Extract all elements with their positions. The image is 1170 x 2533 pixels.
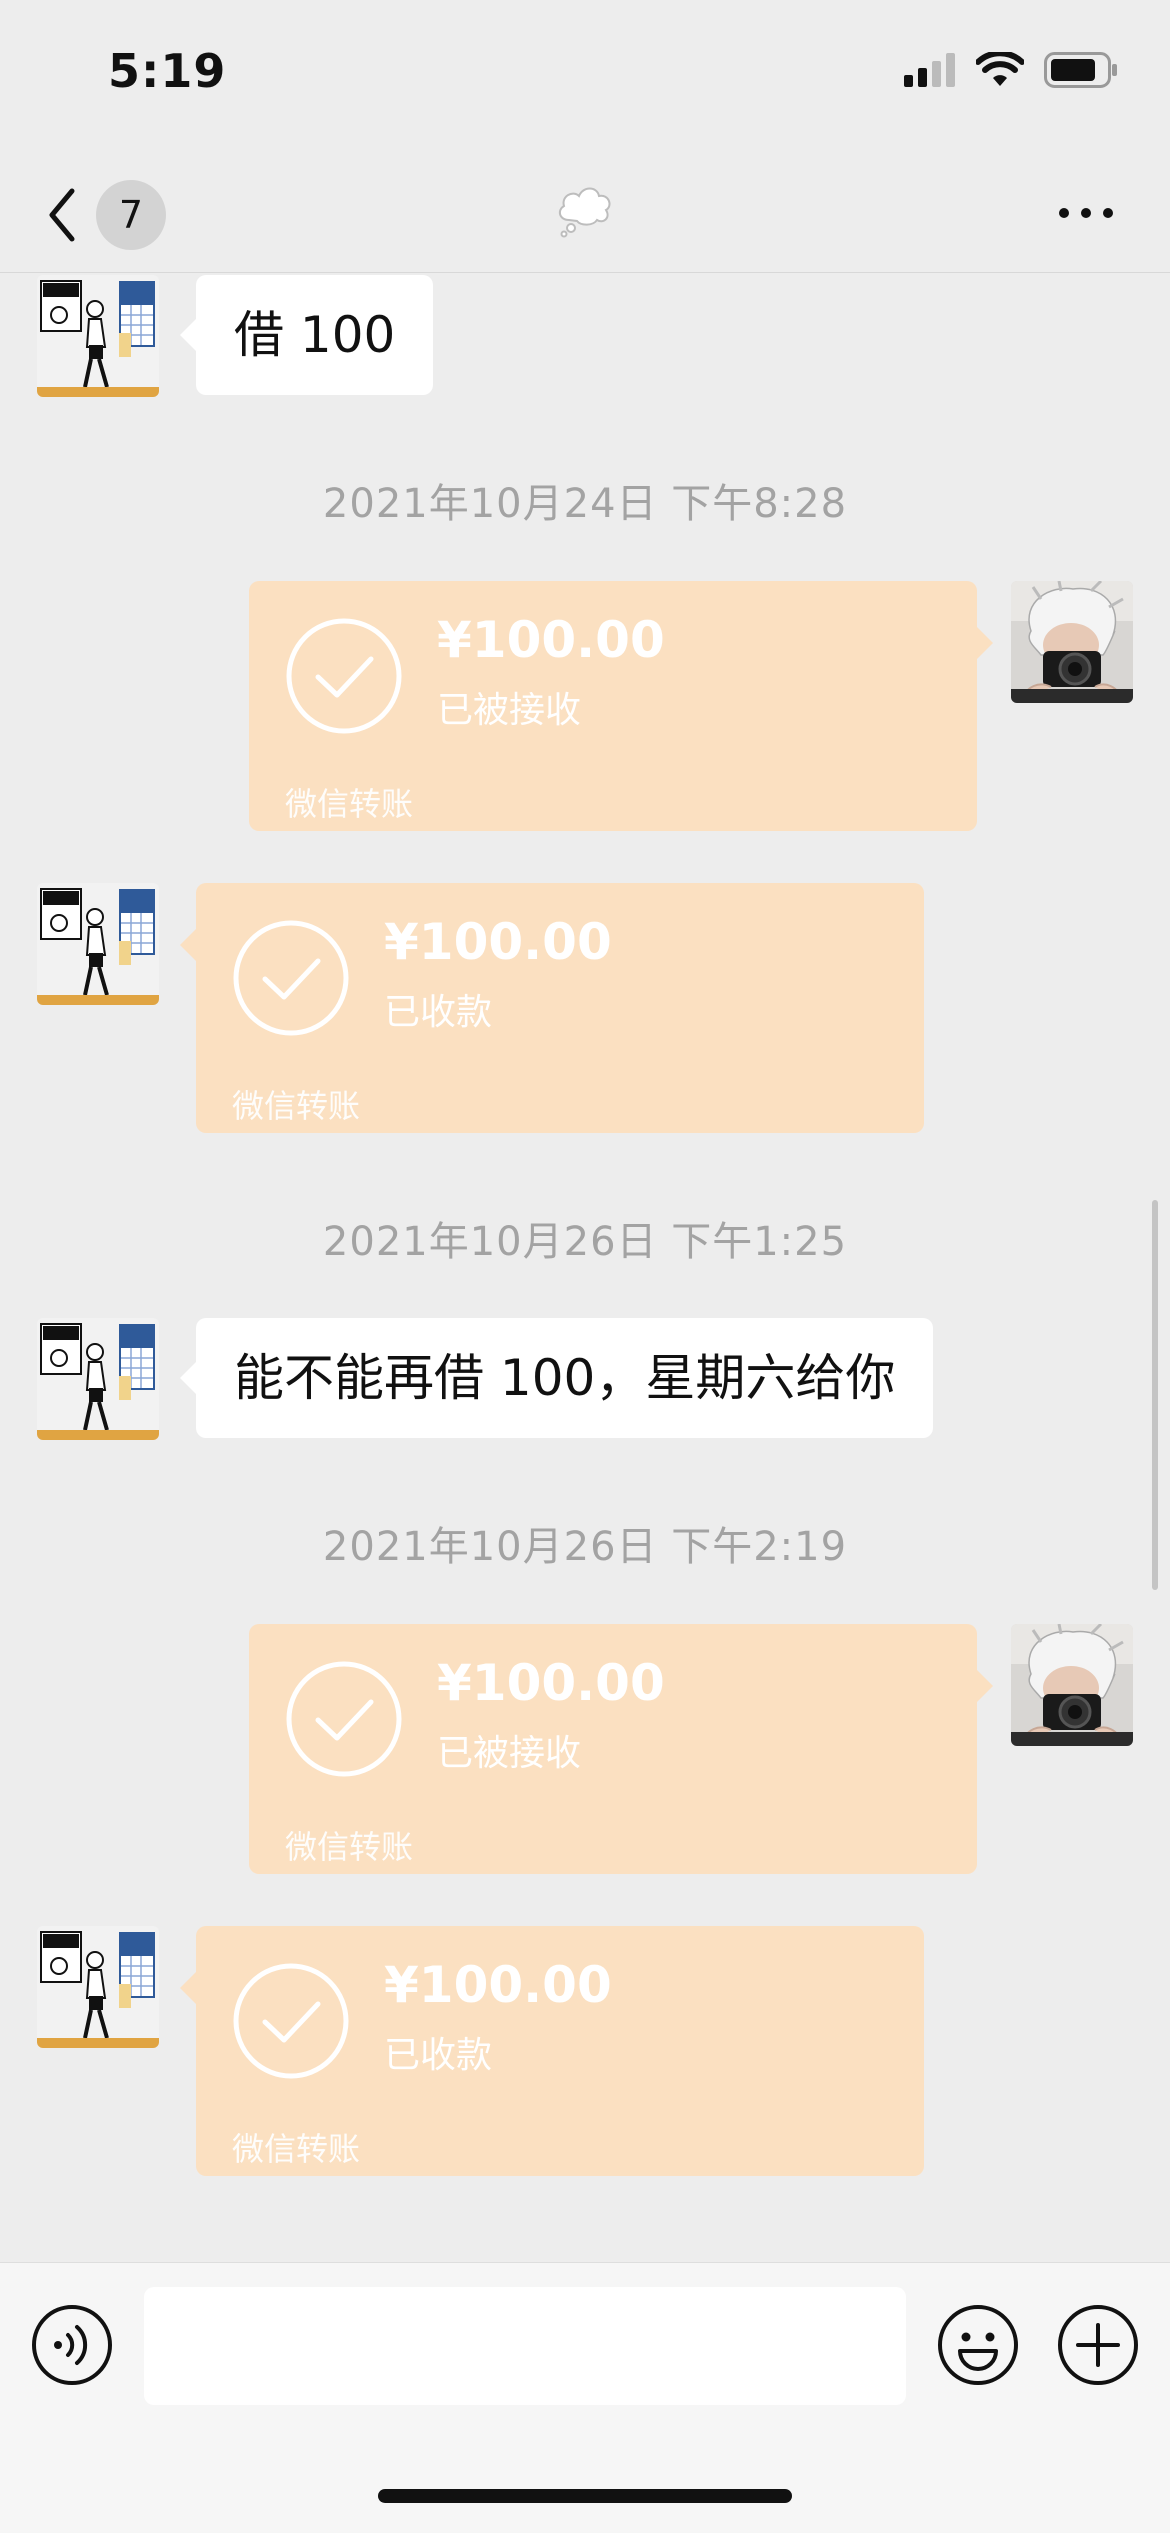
status-time: 5:19 xyxy=(108,44,227,98)
my-avatar[interactable] xyxy=(1011,1624,1133,1746)
emoji-icon xyxy=(938,2305,1018,2385)
transfer-amount: ¥100.00 xyxy=(384,913,612,971)
message-input[interactable] xyxy=(144,2287,906,2405)
transfer-status: 已收款 xyxy=(384,2035,493,2076)
contact-avatar[interactable] xyxy=(37,883,159,1005)
voice-button[interactable] xyxy=(30,2303,114,2391)
chat-title xyxy=(553,176,617,244)
check-circle-icon xyxy=(286,1661,402,1777)
contact-avatar[interactable] xyxy=(37,1318,159,1440)
message-bubble[interactable]: 能不能再借 100，星期六给你 xyxy=(179,1318,934,1438)
input-bar xyxy=(0,2262,1170,2533)
message-timestamp: 2021年10月26日 下午2:19 xyxy=(322,1524,848,1570)
emoji-button[interactable] xyxy=(936,2303,1020,2391)
transfer-label: 微信转账 xyxy=(285,785,414,823)
contact-avatar[interactable] xyxy=(37,1926,159,2048)
chat-header: 7 xyxy=(0,150,1170,273)
status-bar: 5:19 xyxy=(0,0,1170,150)
plus-icon xyxy=(1058,2305,1138,2385)
back-button[interactable]: 7 xyxy=(44,180,166,250)
transfer-amount: ¥100.00 xyxy=(437,611,665,669)
message-text: 能不能再借 100，星期六给你 xyxy=(234,1349,896,1407)
transfer-card[interactable]: ¥100.00 已收款 微信转账 xyxy=(180,883,924,1133)
transfer-status: 已被接收 xyxy=(437,1733,582,1774)
chat-messages[interactable]: 借 100 2021年10月24日 下午8:28 ¥100.00 已被接收 微信… xyxy=(0,273,1170,2261)
contact-avatar[interactable] xyxy=(37,275,159,397)
transfer-status: 已被接收 xyxy=(437,690,582,731)
transfer-label: 微信转账 xyxy=(232,1087,361,1125)
message-timestamp: 2021年10月24日 下午8:28 xyxy=(322,481,848,527)
unread-count-badge: 7 xyxy=(96,180,166,250)
signal-icon xyxy=(904,53,955,87)
home-indicator[interactable] xyxy=(378,2489,792,2503)
message-text: 借 100 xyxy=(234,306,396,364)
message-timestamp: 2021年10月26日 下午1:25 xyxy=(322,1219,848,1265)
back-chevron-icon xyxy=(49,188,75,242)
transfer-label: 微信转账 xyxy=(285,1828,414,1866)
cloud-icon xyxy=(558,187,611,238)
transfer-card[interactable]: ¥100.00 已收款 微信转账 xyxy=(180,1926,924,2176)
check-circle-icon xyxy=(233,1963,349,2079)
more-icon xyxy=(1059,208,1113,218)
voice-icon xyxy=(32,2305,112,2385)
plus-button[interactable] xyxy=(1056,2303,1140,2391)
transfer-card[interactable]: ¥100.00 已被接收 微信转账 xyxy=(249,581,993,831)
battery-icon xyxy=(1044,52,1117,88)
message-bubble[interactable]: 借 100 xyxy=(179,275,434,395)
scrollbar[interactable] xyxy=(1152,1200,1158,1590)
wifi-icon xyxy=(976,52,1024,86)
my-avatar[interactable] xyxy=(1011,581,1133,703)
transfer-amount: ¥100.00 xyxy=(384,1956,612,2014)
status-icons xyxy=(904,52,1118,88)
more-button[interactable] xyxy=(1058,204,1114,223)
check-circle-icon xyxy=(286,618,402,734)
check-circle-icon xyxy=(233,920,349,1036)
transfer-card[interactable]: ¥100.00 已被接收 微信转账 xyxy=(249,1624,993,1874)
transfer-status: 已收款 xyxy=(384,992,493,1033)
transfer-amount: ¥100.00 xyxy=(437,1654,665,1712)
transfer-label: 微信转账 xyxy=(232,2130,361,2168)
